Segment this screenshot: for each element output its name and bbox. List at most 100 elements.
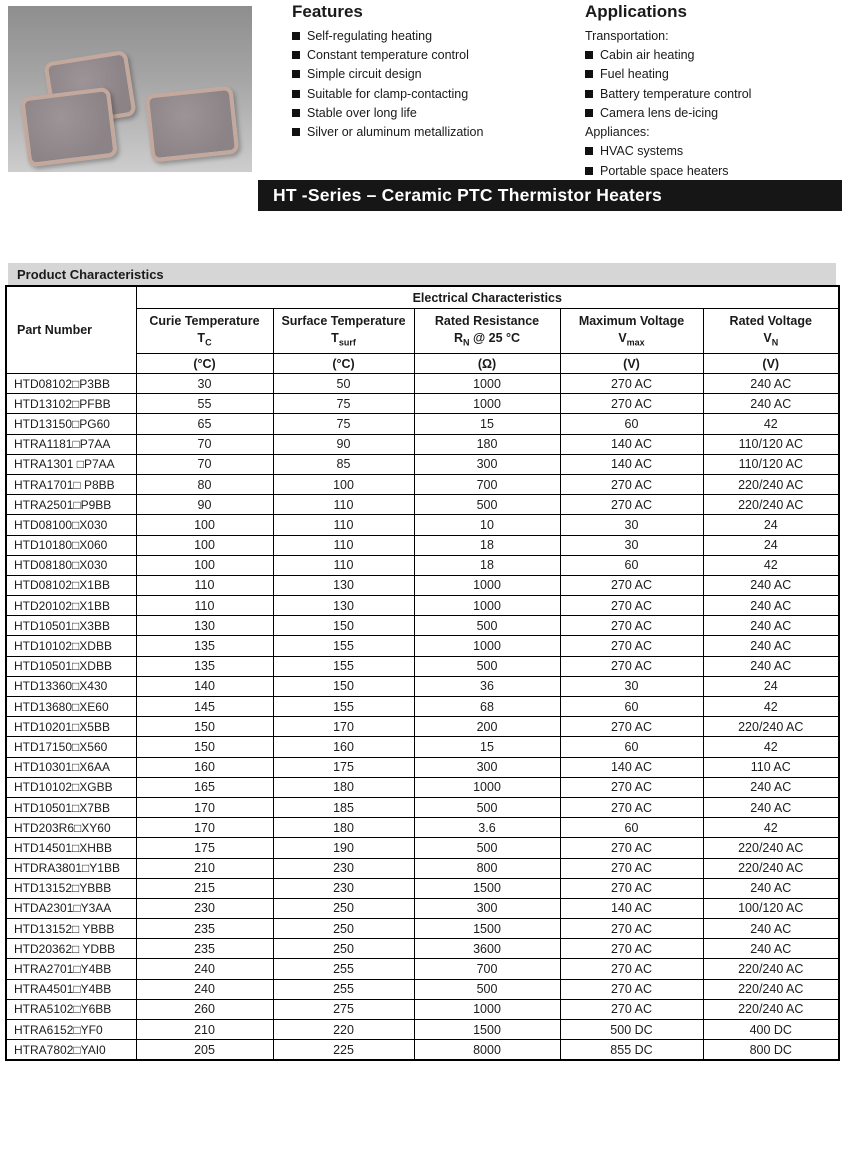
ceramic-chip-image <box>20 87 118 167</box>
applications-group-transportation: Transportation: <box>585 26 837 45</box>
section-title: Product Characteristics <box>17 267 164 282</box>
column-header-curie-temperature: Curie Temperature TC <box>136 309 273 354</box>
bullet-list-item: Suitable for clamp-contacting <box>292 84 577 103</box>
value-cell: 235 <box>136 939 273 959</box>
bullet-item-label: Simple circuit design <box>307 67 422 81</box>
value-cell: 270 AC <box>560 374 703 394</box>
part-number-cell: HTD10201□X5BB <box>6 717 136 737</box>
value-cell: 160 <box>273 737 414 757</box>
applications-group-appliances: Appliances: <box>585 122 837 141</box>
value-cell: 220/240 AC <box>703 858 839 878</box>
value-cell: 70 <box>136 454 273 474</box>
value-cell: 300 <box>414 898 560 918</box>
part-number-cell: HTRA6152□YF0 <box>6 1020 136 1040</box>
table-group-header-row: Part Number Electrical Characteristics <box>6 286 839 309</box>
table-row: HTD13152□YBBB2152301500270 AC240 AC <box>6 878 839 898</box>
part-number-cell: HTRA2501□P9BB <box>6 495 136 515</box>
value-cell: 240 AC <box>703 636 839 656</box>
part-number-cell: HTRA1301 □P7AA <box>6 454 136 474</box>
bullet-list-item: Simple circuit design <box>292 65 577 84</box>
value-cell: 42 <box>703 414 839 434</box>
column-symbol-sub: surf <box>339 338 356 348</box>
value-cell: 3.6 <box>414 818 560 838</box>
value-cell: 75 <box>273 414 414 434</box>
bullet-list-item: Constant temperature control <box>292 45 577 64</box>
bullet-item-label: Silver or aluminum metallization <box>307 125 483 139</box>
bullet-list-item: Stable over long life <box>292 103 577 122</box>
bullet-list-item: Silver or aluminum metallization <box>292 122 577 141</box>
value-cell: 30 <box>136 374 273 394</box>
table-row: HTD10501□XDBB135155500270 AC240 AC <box>6 656 839 676</box>
value-cell: 270 AC <box>560 838 703 858</box>
bullet-item-label: HVAC systems <box>600 144 683 158</box>
value-cell: 10 <box>414 515 560 535</box>
part-number-cell: HTD13360□X430 <box>6 676 136 696</box>
value-cell: 1000 <box>414 575 560 595</box>
table-row: HTD08102□P3BB30501000270 AC240 AC <box>6 374 839 394</box>
value-cell: 270 AC <box>560 939 703 959</box>
value-cell: 100 <box>136 515 273 535</box>
part-number-cell: HTDA2301□Y3AA <box>6 898 136 918</box>
value-cell: 110/120 AC <box>703 454 839 474</box>
value-cell: 130 <box>273 596 414 616</box>
value-cell: 170 <box>136 818 273 838</box>
value-cell: 270 AC <box>560 919 703 939</box>
bullet-square-icon <box>585 109 593 117</box>
value-cell: 1500 <box>414 919 560 939</box>
table-row: HTD08180□X030100110186042 <box>6 555 839 575</box>
bullet-square-icon <box>585 51 593 59</box>
table-row: HTD20362□ YDBB2352503600270 AC240 AC <box>6 939 839 959</box>
value-cell: 500 <box>414 656 560 676</box>
table-row: HTD17150□X560150160156042 <box>6 737 839 757</box>
value-cell: 140 <box>136 676 273 696</box>
value-cell: 170 <box>136 797 273 817</box>
value-cell: 160 <box>136 757 273 777</box>
value-cell: 500 DC <box>560 1020 703 1040</box>
value-cell: 42 <box>703 737 839 757</box>
value-cell: 240 AC <box>703 616 839 636</box>
value-cell: 240 <box>136 979 273 999</box>
value-cell: 30 <box>560 676 703 696</box>
value-cell: 30 <box>560 515 703 535</box>
value-cell: 220/240 AC <box>703 838 839 858</box>
series-title-banner: HT -Series – Ceramic PTC Thermistor Heat… <box>258 180 842 211</box>
value-cell: 60 <box>560 555 703 575</box>
value-cell: 24 <box>703 676 839 696</box>
value-cell: 270 AC <box>560 616 703 636</box>
part-number-cell: HTRA4501□Y4BB <box>6 979 136 999</box>
value-cell: 8000 <box>414 1040 560 1061</box>
part-number-cell: HTRA7802□YAI0 <box>6 1040 136 1061</box>
bullet-item-label: Stable over long life <box>307 106 417 120</box>
value-cell: 240 AC <box>703 596 839 616</box>
value-cell: 270 AC <box>560 474 703 494</box>
value-cell: 140 AC <box>560 434 703 454</box>
column-symbol-sub: N <box>772 338 779 348</box>
value-cell: 230 <box>273 878 414 898</box>
column-symbol: V <box>618 331 626 345</box>
table-row: HTRA1181□P7AA7090180140 AC110/120 AC <box>6 434 839 454</box>
value-cell: 155 <box>273 656 414 676</box>
value-cell: 255 <box>273 959 414 979</box>
value-cell: 140 AC <box>560 757 703 777</box>
part-number-cell: HTD14501□XHBB <box>6 838 136 858</box>
value-cell: 190 <box>273 838 414 858</box>
value-cell: 110 <box>273 515 414 535</box>
value-cell: 140 AC <box>560 454 703 474</box>
value-cell: 270 AC <box>560 636 703 656</box>
part-number-cell: HTD10501□XDBB <box>6 656 136 676</box>
bullet-square-icon <box>585 167 593 175</box>
unit-cell: (Ω) <box>414 354 560 374</box>
applications-section: Applications Transportation: Cabin air h… <box>585 2 837 180</box>
value-cell: 60 <box>560 414 703 434</box>
column-symbol: T <box>331 331 339 345</box>
features-list: Self-regulating heatingConstant temperat… <box>292 26 577 142</box>
value-cell: 65 <box>136 414 273 434</box>
value-cell: 85 <box>273 454 414 474</box>
value-cell: 175 <box>136 838 273 858</box>
part-number-cell: HTD13102□PFBB <box>6 394 136 414</box>
value-cell: 15 <box>414 737 560 757</box>
value-cell: 1500 <box>414 878 560 898</box>
table-row: HTRA1301 □P7AA7085300140 AC110/120 AC <box>6 454 839 474</box>
value-cell: 270 AC <box>560 999 703 1019</box>
value-cell: 170 <box>273 717 414 737</box>
